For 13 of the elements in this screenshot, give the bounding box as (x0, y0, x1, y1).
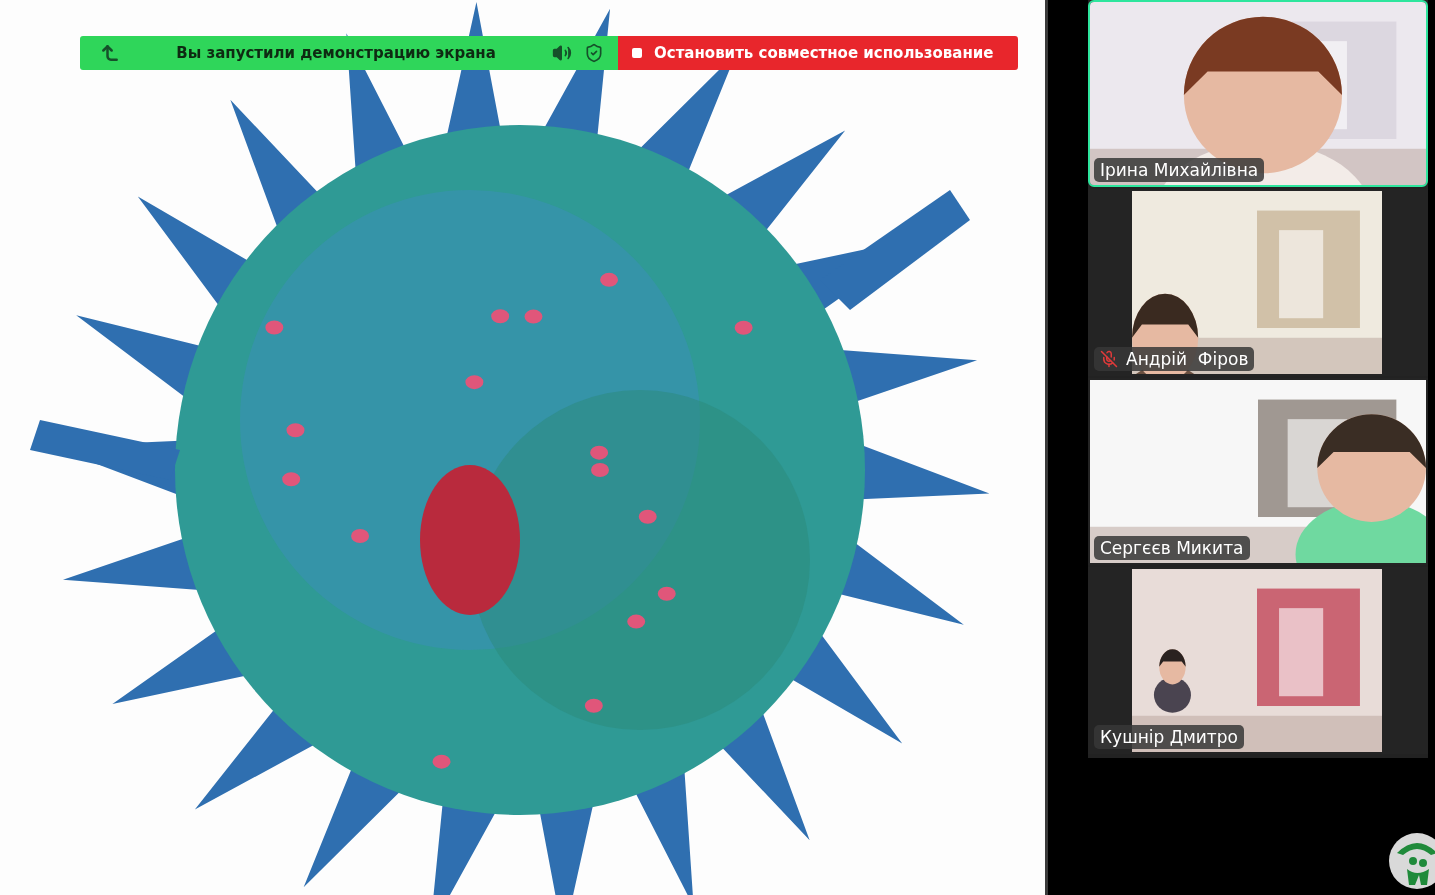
speaker-icon[interactable] (552, 43, 572, 63)
video-tile[interactable]: Сергєєв Микита (1088, 378, 1428, 565)
participant-name: Кушнір Дмитро (1100, 727, 1238, 747)
stop-icon (632, 48, 642, 58)
arrow-icon[interactable] (100, 43, 120, 63)
shield-icon[interactable] (584, 43, 604, 63)
stop-share-button[interactable]: Остановить совместное использование (618, 36, 1018, 70)
participant-name: Андрій Фіров (1126, 349, 1249, 369)
participant-name: Сергєєв Микита (1100, 538, 1244, 558)
participant-name: Ірина Михайлівна (1100, 160, 1259, 180)
video-tile[interactable]: Ірина Михайлівна (1088, 0, 1428, 187)
share-status-text: Вы запустили демонстрацию экрана (175, 44, 497, 62)
logo-icon (1387, 831, 1435, 891)
